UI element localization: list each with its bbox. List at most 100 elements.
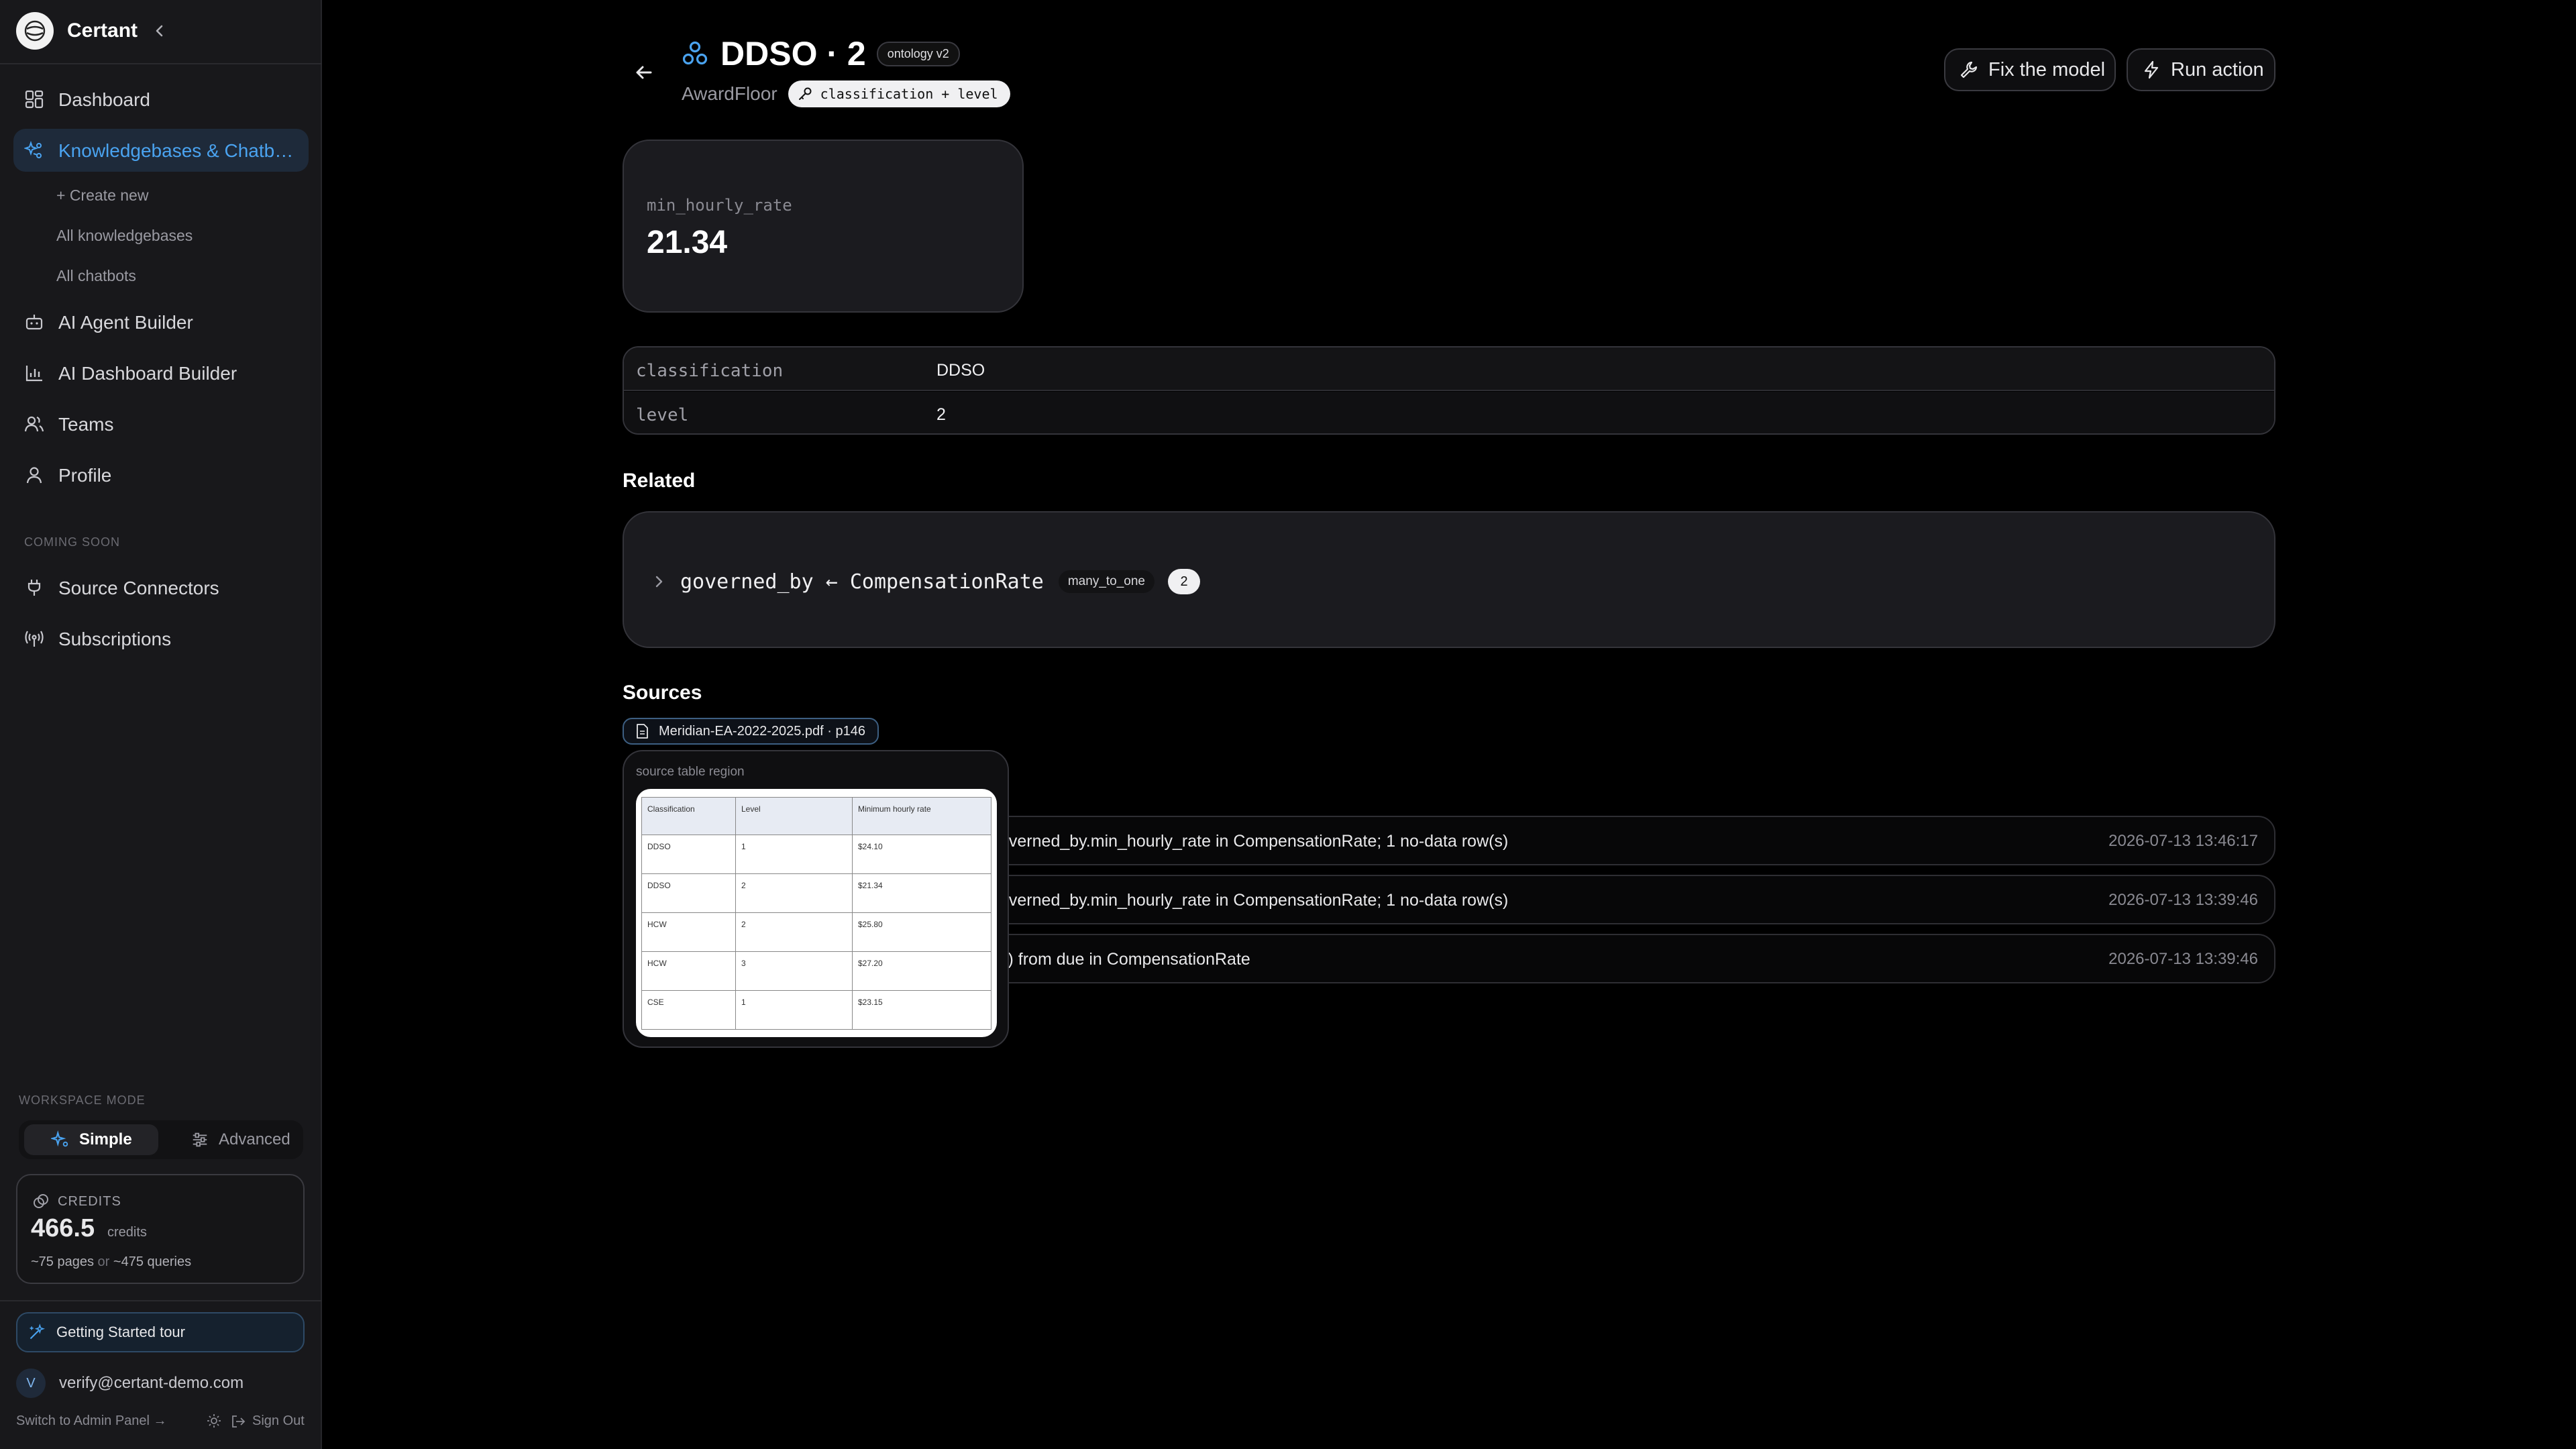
sidebar-divider: [0, 63, 322, 64]
key-icon: [798, 87, 812, 100]
table-cell: $21.34: [852, 873, 991, 913]
related-relation-row[interactable]: governed_by ← CompensationRate many_to_o…: [651, 568, 1201, 596]
credits-value: 466.5: [31, 1214, 95, 1242]
activity-text: overned_by.min_hourly_rate in Compensati…: [1000, 891, 1509, 910]
tour-button-label: Getting Started tour: [56, 1324, 185, 1340]
sidebar-footer-divider: [0, 1300, 322, 1301]
table-cell: $23.15: [852, 990, 991, 1030]
users-icon: [24, 414, 44, 434]
wrench-icon: [1960, 61, 1978, 78]
run-action-label: Run action: [2171, 58, 2264, 80]
sidebar-item-label: AI Agent Builder: [58, 312, 193, 333]
activity-text: overned_by.min_hourly_rate in Compensati…: [1000, 832, 1509, 851]
bar-chart-icon: [24, 363, 44, 383]
file-text-icon: [637, 724, 648, 739]
sign-out-label: Sign Out: [252, 1413, 305, 1428]
page-title: DDSO · 2: [720, 35, 866, 72]
run-action-button[interactable]: Run action: [2127, 48, 2275, 91]
chevron-right-icon[interactable]: [651, 574, 667, 590]
metric-value: 21.34: [647, 225, 728, 260]
sparkles-network-icon: [24, 140, 44, 160]
sidebar-subitem-all-chatbots[interactable]: All chatbots: [56, 267, 136, 285]
table-header-row: Classification Level Minimum hourly rate: [641, 797, 991, 835]
table-cell: DDSO: [641, 873, 736, 913]
sidebar-item-label: Profile: [58, 465, 112, 486]
getting-started-tour-button[interactable]: Getting Started tour: [16, 1312, 305, 1352]
mode-simple-button[interactable]: Simple: [24, 1124, 158, 1155]
credits-queries: ~475 queries: [113, 1254, 192, 1269]
table-cell: $25.80: [852, 912, 991, 952]
properties-table: classification DDSO level 2: [623, 346, 2275, 435]
table-cell: 2: [735, 912, 853, 952]
column-header: Minimum hourly rate: [852, 797, 991, 835]
source-table-preview: Classification Level Minimum hourly rate…: [636, 789, 997, 1037]
column-header: Classification: [641, 797, 736, 835]
sidebar-item-profile[interactable]: Profile: [13, 453, 309, 496]
back-arrow-icon[interactable]: [631, 59, 657, 86]
cardinality-badge: many_to_one: [1058, 570, 1155, 593]
app-name: Certant: [67, 19, 138, 42]
workspace-mode-label: WORKSPACE MODE: [19, 1093, 146, 1107]
table-row: HCW 3 $27.20: [641, 951, 991, 991]
sidebar-subitem-all-knowledgebases[interactable]: All knowledgebases: [56, 227, 193, 245]
sidebar-item-ai-dashboard-builder[interactable]: AI Dashboard Builder: [13, 352, 309, 394]
sidebar-item-label: Dashboard: [58, 89, 150, 110]
source-preview-popover: source table region Classification Level…: [623, 750, 1009, 1048]
table-row: DDSO 1 $24.10: [641, 835, 991, 874]
entity-type: AwardFloor: [682, 83, 777, 104]
entity-subtitle-row: AwardFloor classification + level: [682, 79, 1010, 109]
fix-the-model-button[interactable]: Fix the model: [1944, 48, 2116, 91]
table-row: DDSO 2 $21.34: [641, 873, 991, 913]
robot-icon: [24, 312, 44, 332]
sidebar-item-subscriptions[interactable]: Subscriptions: [13, 617, 309, 660]
table-cell: HCW: [641, 951, 736, 991]
theme-toggle-sun-icon[interactable]: [207, 1413, 221, 1428]
switch-to-admin-panel-link[interactable]: Switch to Admin Panel →: [16, 1413, 167, 1429]
credits-or: or: [97, 1254, 110, 1269]
activity-timestamp: 2026-07-13 13:39:46: [2108, 891, 2258, 909]
lightning-bolt-icon: [2144, 60, 2159, 79]
collapse-sidebar-chevron-icon[interactable]: [149, 20, 170, 42]
credits-card: CREDITS 466.5 credits ~75 pages or ~475 …: [16, 1174, 305, 1284]
primary-key-label: classification + level: [820, 86, 998, 102]
brand[interactable]: Certant: [16, 12, 138, 50]
relation-count-badge: 2: [1168, 569, 1201, 594]
property-key: level: [636, 405, 689, 425]
table-cell: 3: [735, 951, 853, 991]
workspace-mode-toggle: Simple Advanced: [19, 1120, 303, 1159]
mode-simple-label: Simple: [79, 1130, 132, 1148]
sidebar-item-label: Subscriptions: [58, 629, 172, 649]
sidebar-item-knowledgebases[interactable]: Knowledgebases & Chatb…: [13, 129, 309, 172]
page-title-row: DDSO · 2 ontology v2: [682, 34, 960, 74]
credits-pages: ~75 pages: [31, 1254, 94, 1269]
sidebar-item-ai-agent-builder[interactable]: AI Agent Builder: [13, 301, 309, 343]
source-document-chip[interactable]: Meridian-EA-2022-2025.pdf · p146: [623, 718, 879, 745]
fix-the-model-label: Fix the model: [1988, 58, 2106, 80]
relation-name: governed_by ← CompensationRate: [680, 570, 1044, 594]
popover-title: source table region: [636, 765, 745, 779]
ontology-nodes-icon: [682, 41, 708, 65]
coming-soon-label: COMING SOON: [24, 535, 121, 549]
sidebar-item-teams[interactable]: Teams: [13, 402, 309, 445]
sign-out-button[interactable]: Sign Out: [231, 1413, 305, 1429]
sliders-icon: [193, 1132, 207, 1147]
user-account[interactable]: V verify@certant-demo.com: [16, 1364, 244, 1402]
sidebar: Certant Dashboard Knowledgebases & Chatb…: [0, 0, 322, 1449]
table-cell: 1: [735, 835, 853, 874]
table-cell: $24.10: [852, 835, 991, 874]
activity-timestamp: 2026-07-13 13:39:46: [2108, 950, 2258, 968]
related-card: governed_by ← CompensationRate many_to_o…: [623, 511, 2275, 648]
table-row: classification DDSO: [624, 347, 2274, 391]
credits-estimate: ~75 pages or ~475 queries: [31, 1254, 191, 1270]
user-icon: [24, 465, 44, 485]
metric-label: min_hourly_rate: [647, 196, 792, 215]
table-cell: 1: [735, 990, 853, 1030]
sidebar-subitem-create-new[interactable]: + Create new: [56, 186, 148, 205]
sidebar-item-source-connectors[interactable]: Source Connectors: [13, 566, 309, 609]
table-cell: $27.20: [852, 951, 991, 991]
sources-heading: Sources: [623, 682, 702, 704]
sidebar-item-dashboard[interactable]: Dashboard: [13, 78, 309, 121]
column-header: Level: [735, 797, 853, 835]
sidebar-item-label: Knowledgebases & Chatb…: [58, 140, 294, 161]
mode-advanced-button[interactable]: Advanced: [164, 1124, 298, 1155]
